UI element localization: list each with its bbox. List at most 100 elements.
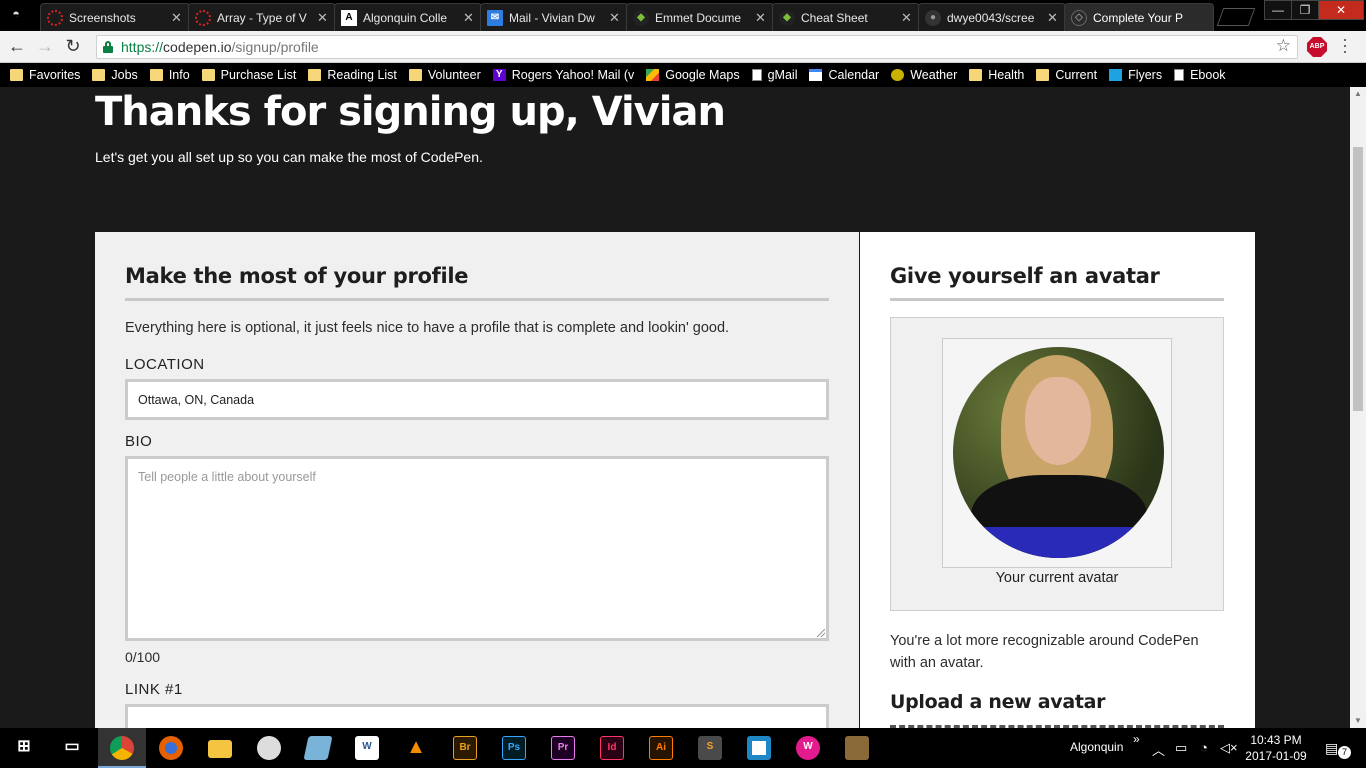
avatar-blurb-line2: with an avatar.	[890, 655, 984, 671]
file-explorer-icon[interactable]	[208, 740, 232, 758]
tab-emmet[interactable]: ◆ Emmet Docume ✕	[626, 3, 774, 31]
bookmark-google-maps[interactable]: Google Maps	[646, 68, 740, 82]
wifi-icon[interactable]: ◔	[1200, 740, 1208, 755]
scroll-up-icon[interactable]: ▲	[1350, 87, 1366, 101]
bookmark-rogers-yahoo-mail[interactable]: Y Rogers Yahoo! Mail (v	[492, 68, 634, 82]
lock-icon	[103, 41, 113, 53]
clock[interactable]: 10:43 PM 2017-01-09	[1240, 732, 1312, 764]
avatar-panel: Give yourself an avatar Your current ava…	[860, 232, 1255, 728]
bookmark-favorites[interactable]: Favorites	[10, 68, 80, 82]
close-tab-icon[interactable]: ✕	[171, 10, 183, 26]
bookmark-reading-list[interactable]: Reading List	[308, 68, 397, 82]
close-tab-icon[interactable]: ✕	[317, 10, 329, 26]
battery-icon[interactable]: ▭	[1175, 740, 1187, 756]
array-icon	[195, 9, 211, 26]
resize-handle-icon[interactable]	[817, 629, 825, 637]
minimize-icon[interactable]: —	[1264, 0, 1292, 20]
bio-char-count: 0/100	[125, 649, 161, 665]
sublime-text-icon[interactable]: S	[698, 736, 722, 760]
bookmark-health[interactable]: Health	[969, 68, 1024, 82]
adblock-plus-icon[interactable]: ABP	[1307, 37, 1327, 57]
folder-icon	[408, 69, 422, 81]
close-tab-icon[interactable]: ✕	[1047, 10, 1059, 26]
emmet-icon: ◆	[779, 9, 795, 26]
chrome-icon[interactable]	[110, 736, 134, 760]
page-scrollbar[interactable]: ▲ ▼	[1350, 87, 1366, 728]
gimp-icon[interactable]	[845, 736, 869, 760]
clock-time: 10:43 PM	[1250, 733, 1302, 747]
bridge-icon[interactable]: Br	[453, 736, 477, 760]
folder-icon	[201, 69, 215, 81]
bio-label: BIO	[125, 433, 153, 450]
tray-label[interactable]: Algonquin	[1070, 740, 1123, 754]
link1-label: LINK #1	[125, 681, 183, 698]
tab-github[interactable]: ● dwye0043/scree ✕	[918, 3, 1066, 31]
close-tab-icon[interactable]: ✕	[463, 10, 475, 26]
bookmark-weather[interactable]: Weather	[891, 68, 957, 82]
tray-chevron[interactable]: »	[1133, 732, 1140, 746]
scrollbar-thumb[interactable]	[1353, 147, 1363, 411]
notification-count-badge: 7	[1338, 746, 1351, 759]
menu-dots-icon[interactable]: · · ·	[1340, 30, 1350, 60]
folder-icon	[149, 69, 163, 81]
incognito-icon: ◓	[12, 6, 20, 21]
forward-arrow-icon[interactable]: →	[34, 36, 56, 58]
folder-icon	[969, 69, 983, 81]
vlc-icon[interactable]: ▲	[404, 736, 428, 760]
address-bar[interactable]: https://codepen.io/signup/profile ☆	[96, 35, 1298, 59]
bookmark-flyers[interactable]: Flyers	[1109, 68, 1162, 82]
tab-cheat-sheet[interactable]: ◆ Cheat Sheet ✕	[772, 3, 920, 31]
bookmark-gmail[interactable]: gMail	[751, 68, 797, 82]
bookmark-jobs[interactable]: Jobs	[92, 68, 138, 82]
profile-heading: Make the most of your profile	[125, 264, 469, 288]
tab-algonquin[interactable]: A Algonquin Colle ✕	[334, 3, 482, 31]
wamp-icon[interactable]: W	[796, 736, 820, 760]
action-center-icon[interactable]: ▤	[1325, 740, 1338, 757]
algonquin-icon: A	[341, 9, 357, 26]
word-icon[interactable]: W	[355, 736, 379, 760]
tab-strip: ◓ Screenshots ✕ Array - Type of V ✕ A Al…	[0, 0, 1366, 31]
codepen-icon: ◇	[1071, 9, 1087, 26]
back-arrow-icon[interactable]: ←	[6, 36, 28, 58]
brackets-icon[interactable]	[747, 736, 771, 760]
tab-array[interactable]: Array - Type of V ✕	[188, 3, 336, 31]
link1-field[interactable]	[125, 704, 829, 728]
bio-field[interactable]: Tell people a little about yourself	[125, 456, 829, 641]
photoshop-icon[interactable]: Ps	[502, 736, 526, 760]
close-window-icon[interactable]: ✕	[1318, 0, 1364, 20]
indesign-icon[interactable]: Id	[600, 736, 624, 760]
reload-icon[interactable]: ↻	[62, 36, 84, 58]
notepad-icon[interactable]	[303, 736, 333, 760]
tab-codepen[interactable]: ◇ Complete Your P	[1064, 3, 1214, 31]
close-tab-icon[interactable]: ✕	[609, 10, 621, 26]
page-icon	[751, 69, 762, 81]
show-hidden-icons-icon[interactable]: ︿	[1152, 740, 1165, 759]
bookmark-ebook[interactable]: Ebook	[1174, 68, 1226, 82]
firefox-icon[interactable]	[159, 736, 183, 760]
bookmark-purchase-list[interactable]: Purchase List	[201, 68, 296, 82]
paint-icon[interactable]	[257, 736, 281, 760]
github-icon: ●	[925, 9, 941, 26]
bookmark-volunteer[interactable]: Volunteer	[408, 68, 481, 82]
close-tab-icon[interactable]: ✕	[755, 10, 767, 26]
bookmark-star-icon[interactable]: ☆	[1276, 36, 1291, 56]
bookmark-calendar[interactable]: Calendar	[809, 68, 879, 82]
url-text[interactable]: https://codepen.io/signup/profile	[121, 39, 319, 55]
folder-icon	[1036, 69, 1050, 81]
task-view-icon[interactable]: ▭	[60, 736, 84, 760]
bookmark-info[interactable]: Info	[149, 68, 190, 82]
premiere-icon[interactable]: Pr	[551, 736, 575, 760]
close-tab-icon[interactable]: ✕	[901, 10, 913, 26]
bookmark-current[interactable]: Current	[1036, 68, 1097, 82]
windows-start-icon[interactable]: ⊞	[12, 736, 36, 760]
heading-divider	[890, 298, 1224, 301]
tab-screenshots[interactable]: Screenshots ✕	[40, 3, 190, 31]
volume-icon[interactable]: ◁×	[1220, 740, 1238, 756]
restore-icon[interactable]: ❐	[1291, 0, 1319, 20]
scroll-down-icon[interactable]: ▼	[1350, 714, 1366, 728]
location-field[interactable]: Ottawa, ON, Canada	[125, 379, 829, 420]
illustrator-icon[interactable]: Ai	[649, 736, 673, 760]
new-tab-button[interactable]	[1216, 8, 1256, 26]
avatar-heading: Give yourself an avatar	[890, 264, 1160, 288]
tab-mail[interactable]: ✉ Mail - Vivian Dw ✕	[480, 3, 628, 31]
